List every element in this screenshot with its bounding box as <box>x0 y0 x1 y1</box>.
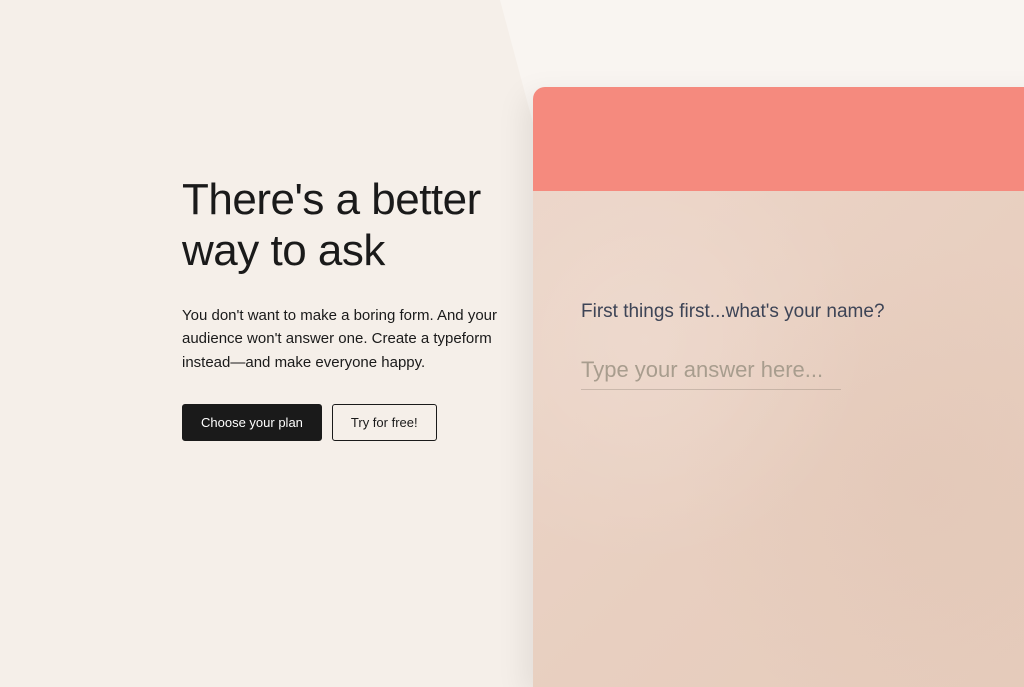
hero-column: There's a better way to ask You don't wa… <box>0 0 530 600</box>
form-preview-card: First things first...what's your name? <box>533 87 1024 687</box>
form-question-text: First things first...what's your name? <box>581 301 1024 323</box>
try-free-button[interactable]: Try for free! <box>332 404 437 441</box>
cta-button-row: Choose your plan Try for free! <box>182 404 500 441</box>
form-header-bar <box>533 87 1024 191</box>
form-answer-input[interactable] <box>581 351 841 390</box>
content-wrapper: There's a better way to ask You don't wa… <box>0 0 1024 600</box>
choose-plan-button[interactable]: Choose your plan <box>182 404 322 441</box>
hero-body-text: You don't want to make a boring form. An… <box>182 304 500 374</box>
hero-headline: There's a better way to ask <box>182 175 500 276</box>
form-body: First things first...what's your name? <box>533 191 1024 687</box>
